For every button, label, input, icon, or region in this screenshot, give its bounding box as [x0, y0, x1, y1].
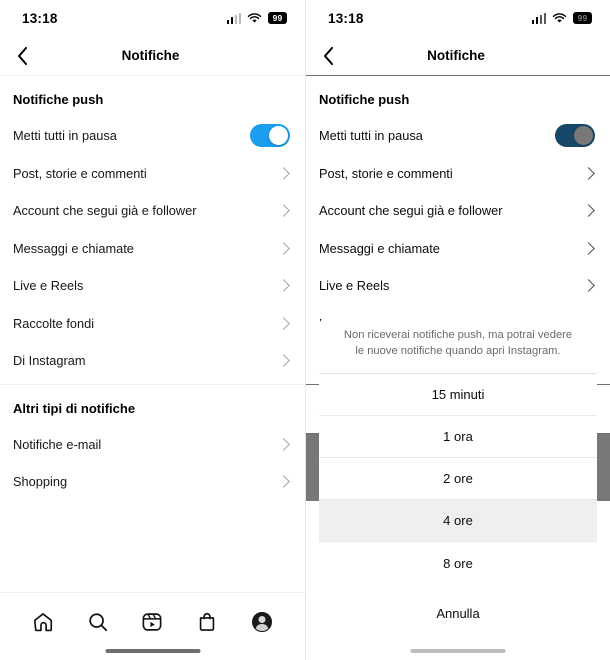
action-sheet: Non riceverai notifiche push, ma potrai …: [306, 314, 610, 660]
dual-screenshot-container: 13:18 99 Notifiche Notifiche push Metti …: [0, 0, 610, 660]
row-messaggi-chiamate[interactable]: Messaggi e chiamate: [0, 230, 305, 268]
avatar-body: [255, 624, 269, 631]
row-di-instagram[interactable]: Di Instagram: [0, 342, 305, 380]
phone-screen-right: 13:18 99 Notifiche Notifiche push Metti …: [305, 0, 610, 660]
tab-home[interactable]: [25, 607, 61, 637]
action-sheet-option-1-ora[interactable]: 1 ora: [319, 416, 597, 458]
action-sheet-option-2-ore[interactable]: 2 ore: [319, 458, 597, 500]
home-icon: [34, 613, 53, 632]
row-label: Metti tutti in pausa: [13, 128, 117, 144]
chevron-right-icon: [277, 316, 290, 330]
row-label: Account che segui già e follower: [13, 203, 197, 219]
home-indicator: [105, 649, 200, 653]
action-sheet-message: Non riceverai notifiche push, ma potrai …: [319, 314, 597, 374]
action-sheet-option-4-ore[interactable]: 4 ore: [319, 500, 597, 542]
row-label: Raccolte fondi: [13, 315, 95, 331]
section-title-push: Notifiche push: [13, 92, 104, 107]
avatar-head: [258, 616, 266, 623]
tab-shop[interactable]: [189, 607, 225, 637]
chevron-right-icon: [277, 437, 290, 451]
row-label: Di Instagram: [13, 353, 86, 369]
tab-search[interactable]: [80, 607, 116, 637]
row-label: Notifiche e-mail: [13, 436, 102, 452]
chevron-right-icon: [277, 279, 290, 293]
chevron-right-icon: [277, 204, 290, 218]
row-post-storie-commenti[interactable]: Post, storie e commenti: [0, 155, 305, 193]
back-button[interactable]: [9, 43, 35, 69]
chevron-left-icon: [17, 46, 27, 65]
status-bar: 13:18 99: [0, 0, 305, 36]
action-sheet-option-8-ore[interactable]: 8 ore: [319, 542, 597, 584]
row-account-che-segui[interactable]: Account che segui già e follower: [0, 192, 305, 230]
status-bar-indicators: 99: [226, 12, 287, 24]
row-label: Messaggi e chiamate: [13, 240, 134, 256]
pause-all-toggle[interactable]: [250, 124, 290, 148]
page-title: Notifiche: [121, 48, 180, 63]
section-title-altri: Altri tipi di notifiche: [13, 400, 136, 416]
phone-screen-left: 13:18 99 Notifiche Notifiche push Metti …: [0, 0, 305, 660]
row-raccolte-fondi[interactable]: Raccolte fondi: [0, 305, 305, 343]
status-bar-clock: 13:18: [22, 10, 58, 26]
action-sheet-cancel-button[interactable]: Annulla: [319, 592, 597, 634]
navigation-header: Notifiche: [0, 36, 305, 76]
tab-profile[interactable]: [244, 607, 280, 637]
settings-list: Notifiche push Metti tutti in pausa Post…: [0, 76, 305, 501]
row-label: Shopping: [13, 474, 68, 490]
row-label: Post, storie e commenti: [13, 165, 147, 181]
home-indicator: [410, 649, 506, 653]
action-sheet-panel: Non riceverai notifiche push, ma potrai …: [319, 314, 597, 584]
row-shopping[interactable]: Shopping: [0, 463, 305, 501]
shop-bag-icon: [199, 612, 215, 631]
chevron-right-icon: [277, 475, 290, 489]
tab-reels[interactable]: [134, 607, 170, 637]
chevron-right-icon: [277, 241, 290, 255]
row-label: Live e Reels: [13, 278, 84, 294]
row-metti-tutti-in-pausa[interactable]: Metti tutti in pausa: [0, 117, 305, 155]
row-live-reels[interactable]: Live e Reels: [0, 267, 305, 305]
reels-icon: [143, 613, 162, 631]
chevron-right-icon: [277, 354, 290, 368]
battery-indicator: 99: [268, 12, 287, 24]
wifi-icon: [247, 12, 262, 23]
row-notifiche-email[interactable]: Notifiche e-mail: [0, 426, 305, 464]
toggle-knob: [269, 126, 288, 146]
profile-avatar-icon: [251, 612, 272, 632]
action-sheet-option-15-minuti[interactable]: 15 minuti: [319, 374, 597, 416]
chevron-right-icon: [277, 166, 290, 180]
search-icon: [89, 613, 108, 632]
cellular-signal-icon: [226, 12, 241, 24]
